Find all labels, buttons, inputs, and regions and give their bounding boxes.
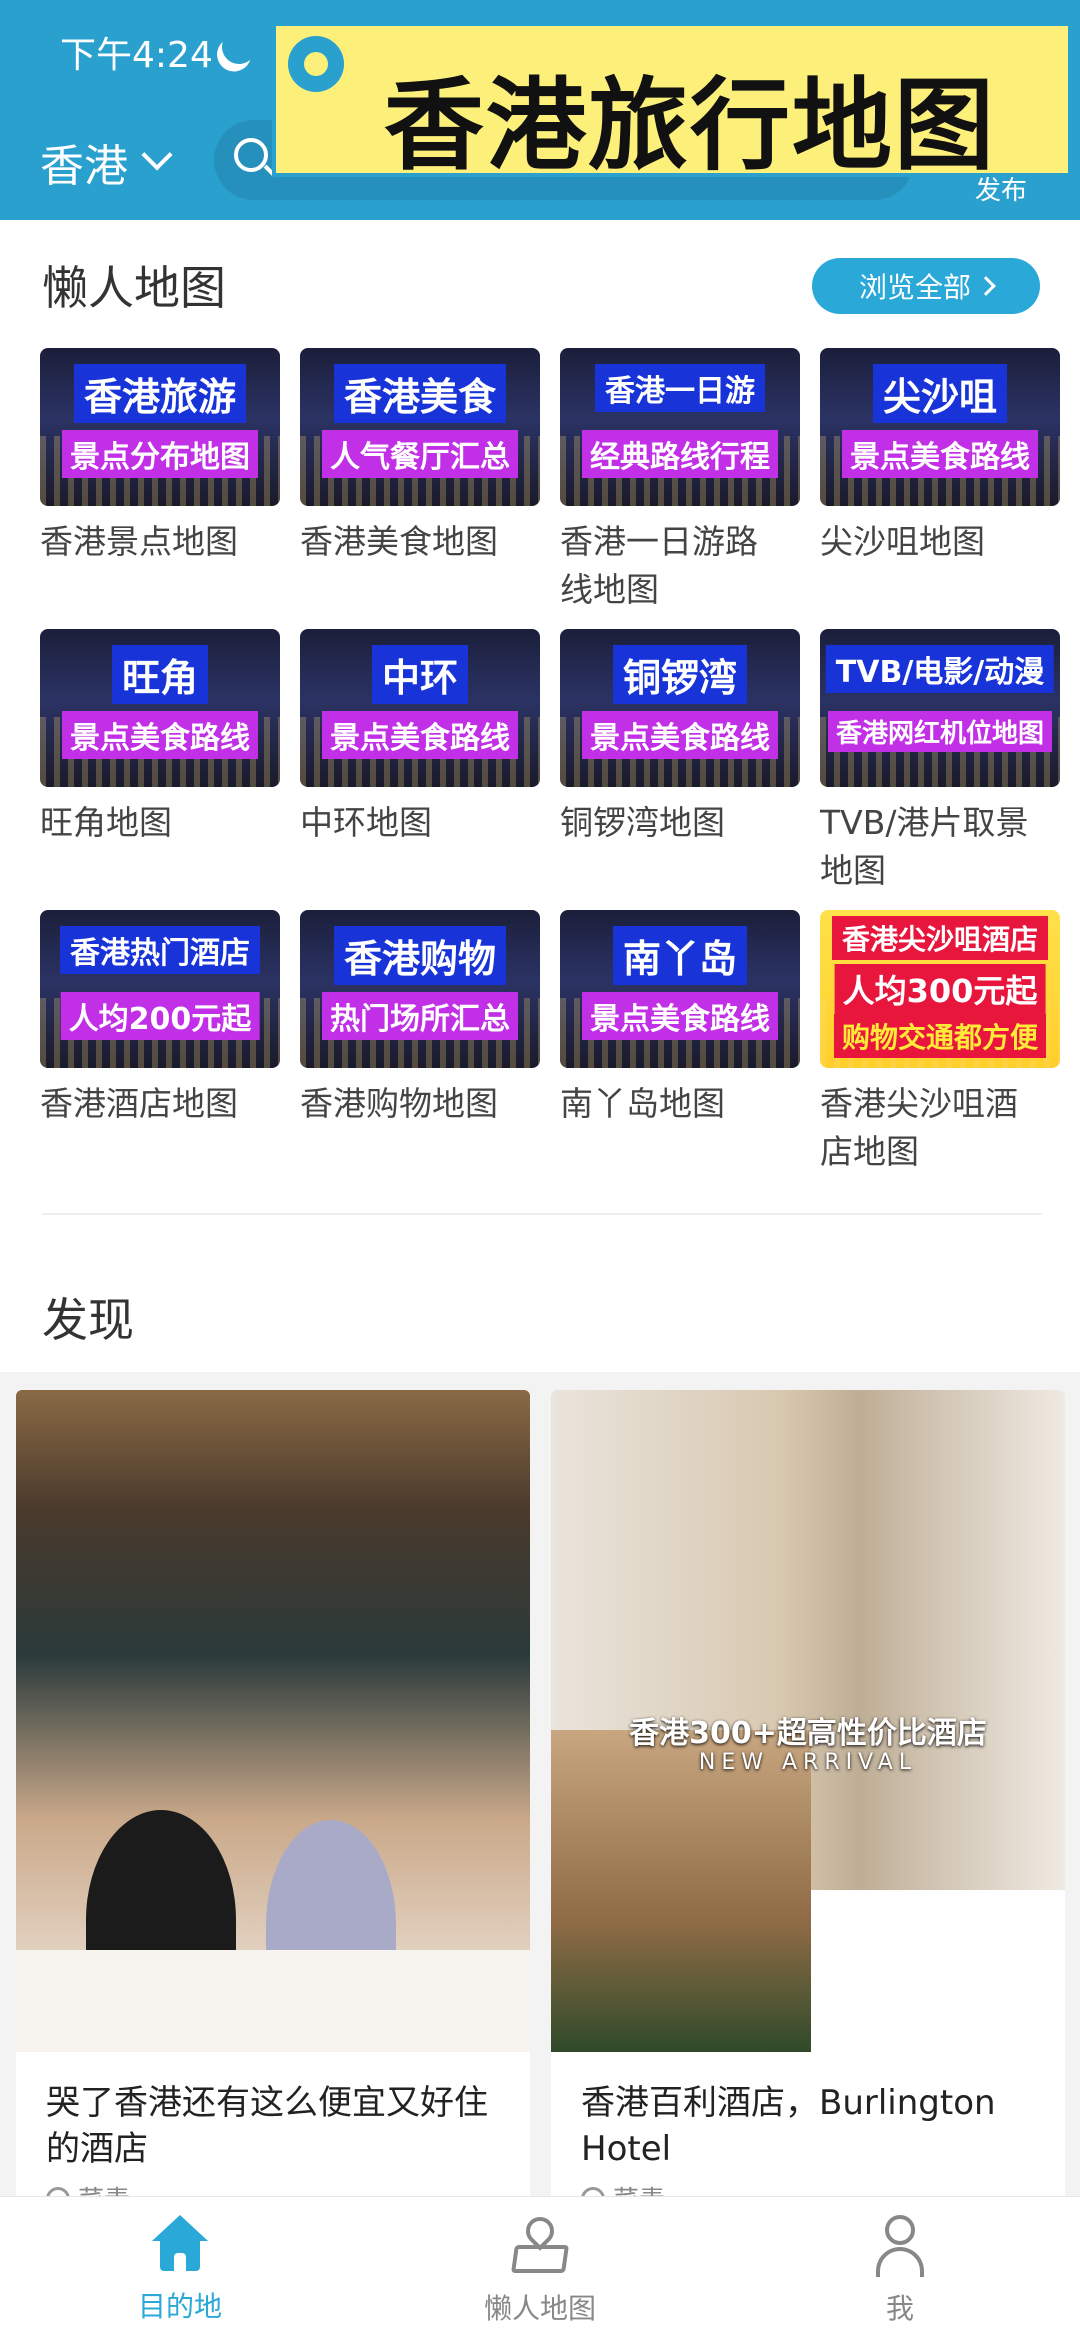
map-thumbnail: 香港美食 人气餐厅汇总 xyxy=(300,348,540,506)
thumb-subtitle: 景点分布地图 xyxy=(62,430,258,478)
discover-card[interactable]: 哭了香港还有这么便宜又好住的酒店 菜青 xyxy=(16,1390,530,2210)
photo-subcaption: NEW ARRIVAL xyxy=(698,1750,918,1775)
card-title: 香港百利酒店，Burlington Hotel xyxy=(581,2083,996,2169)
thumb-subtitle: 经典路线行程 xyxy=(582,430,778,478)
map-tile-hk-day-trip[interactable]: 香港一日游 经典路线行程 香港一日游路线地图 xyxy=(560,348,800,629)
tile-label: 南丫岛地图 xyxy=(560,1084,725,1123)
thumb-title: 香港美食 xyxy=(333,364,507,423)
map-thumbnail: 旺角 景点美食路线 xyxy=(40,629,280,787)
tile-label: 香港景点地图 xyxy=(40,522,238,561)
user-icon xyxy=(870,2215,930,2277)
city-selector[interactable]: 香港 xyxy=(40,130,173,194)
thumb-title: 香港购物 xyxy=(333,926,507,985)
title-banner: 香港旅行地图 xyxy=(272,22,1072,184)
tile-label: 香港购物地图 xyxy=(300,1084,498,1123)
dining-table xyxy=(16,1950,530,2052)
thumb-subtitle: 香港网红机位地图 xyxy=(827,711,1053,752)
nav-lazy-maps[interactable]: 懒人地图 xyxy=(420,2197,660,2339)
map-thumbnail: TVB/电影/动漫 香港网红机位地图 xyxy=(820,629,1060,787)
map-tile-tvb-film[interactable]: TVB/电影/动漫 香港网红机位地图 TVB/港片取景地图 xyxy=(820,629,1060,910)
tile-label: 香港一日游路线地图 xyxy=(560,522,758,609)
tile-label: TVB/港片取景地图 xyxy=(820,803,1029,890)
map-thumbnail: 香港热门酒店 人均200元起 xyxy=(40,910,280,1068)
bottom-nav: 目的地 懒人地图 我 xyxy=(0,2196,1080,2339)
map-tile-hk-shopping[interactable]: 香港购物 热门场所汇总 香港购物地图 xyxy=(300,910,540,1191)
thumb-title: 香港尖沙咀酒店 xyxy=(831,916,1049,960)
location-pin-icon xyxy=(288,36,344,92)
thumb-subtitle: 人均300元起 xyxy=(834,964,1046,1014)
thumb-subtitle: 景点美食路线 xyxy=(582,992,778,1040)
thumb-title: 旺角 xyxy=(111,645,209,704)
map-tile-tst-hotels[interactable]: 香港尖沙咀酒店 人均300元起 购物交通都方便 香港尖沙咀酒店地图 xyxy=(820,910,1060,1191)
map-thumbnail: 香港一日游 经典路线行程 xyxy=(560,348,800,506)
thumb-tagline: 购物交通都方便 xyxy=(833,1014,1047,1058)
map-tile-tsim-sha-tsui[interactable]: 尖沙咀 景点美食路线 尖沙咀地图 xyxy=(820,348,1060,629)
map-thumbnail: 中环 景点美食路线 xyxy=(300,629,540,787)
section-divider xyxy=(42,1213,1042,1215)
chevron-right-icon xyxy=(976,276,996,296)
card-photo: 香港300+超高性价比酒店 NEW ARRIVAL xyxy=(551,1390,1065,2052)
thumb-title: 铜锣湾 xyxy=(612,645,748,704)
nav-label: 懒人地图 xyxy=(483,2292,596,2325)
tile-label: 香港美食地图 xyxy=(300,522,498,561)
thumb-title: 香港热门酒店 xyxy=(60,926,260,974)
tile-label: 尖沙咀地图 xyxy=(820,522,985,561)
moon-icon xyxy=(216,24,262,70)
photo-caption: 香港300+超高性价比酒店 xyxy=(629,1716,987,1751)
map-thumbnail: 南丫岛 景点美食路线 xyxy=(560,910,800,1068)
map-thumbnail: 尖沙咀 景点美食路线 xyxy=(820,348,1060,506)
map-tile-mong-kok[interactable]: 旺角 景点美食路线 旺角地图 xyxy=(40,629,280,910)
map-thumbnail: 香港购物 热门场所汇总 xyxy=(300,910,540,1068)
tile-label: 香港尖沙咀酒店地图 xyxy=(820,1084,1018,1171)
discover-card[interactable]: 香港300+超高性价比酒店 NEW ARRIVAL 香港百利酒店，Burling… xyxy=(551,1390,1065,2210)
map-pin-icon xyxy=(509,2211,571,2277)
card-photo xyxy=(16,1390,530,2052)
home-icon xyxy=(150,2215,210,2275)
lazy-maps-title: 懒人地图 xyxy=(42,261,226,315)
lazy-map-grid: 香港旅游 景点分布地图 香港景点地图 香港美食 人气餐厅汇总 香港美食地图 香港… xyxy=(40,348,1060,1191)
thumb-title: 香港一日游 xyxy=(595,364,765,412)
nav-me[interactable]: 我 xyxy=(780,2197,1020,2339)
tile-label: 中环地图 xyxy=(300,803,432,842)
search-icon xyxy=(234,138,268,172)
thumb-subtitle: 景点美食路线 xyxy=(582,711,778,759)
card-title: 哭了香港还有这么便宜又好住的酒店 xyxy=(46,2083,488,2169)
map-tile-causeway-bay[interactable]: 铜锣湾 景点美食路线 铜锣湾地图 xyxy=(560,629,800,910)
tile-label: 旺角地图 xyxy=(40,803,172,842)
city-label: 香港 xyxy=(40,141,128,192)
map-thumbnail: 香港旅游 景点分布地图 xyxy=(40,348,280,506)
tile-label: 铜锣湾地图 xyxy=(560,803,725,842)
chevron-down-icon xyxy=(141,139,173,171)
map-tile-central[interactable]: 中环 景点美食路线 中环地图 xyxy=(300,629,540,910)
map-tile-hk-food[interactable]: 香港美食 人气餐厅汇总 香港美食地图 xyxy=(300,348,540,629)
map-tile-lamma-island[interactable]: 南丫岛 景点美食路线 南丫岛地图 xyxy=(560,910,800,1191)
banner-title: 香港旅行地图 xyxy=(384,67,996,184)
thumb-subtitle: 热门场所汇总 xyxy=(322,992,518,1040)
thumb-title: 中环 xyxy=(371,645,469,704)
tile-label: 香港酒店地图 xyxy=(40,1084,238,1123)
map-thumbnail: 铜锣湾 景点美食路线 xyxy=(560,629,800,787)
thumb-title: 尖沙咀 xyxy=(872,364,1008,423)
thumb-title: TVB/电影/动漫 xyxy=(825,645,1055,693)
nav-label: 我 xyxy=(885,2292,914,2325)
map-tile-hk-hotels[interactable]: 香港热门酒店 人均200元起 香港酒店地图 xyxy=(40,910,280,1191)
discover-title: 发现 xyxy=(42,1293,134,1347)
thumb-subtitle: 景点美食路线 xyxy=(842,430,1038,478)
browse-all-button[interactable]: 浏览全部 xyxy=(812,258,1040,314)
hotel-bed xyxy=(811,1890,1065,2052)
browse-all-label: 浏览全部 xyxy=(858,271,971,304)
thumb-subtitle: 景点美食路线 xyxy=(322,711,518,759)
thumb-title: 香港旅游 xyxy=(73,364,247,423)
map-tile-hk-sights[interactable]: 香港旅游 景点分布地图 香港景点地图 xyxy=(40,348,280,629)
thumb-subtitle: 景点美食路线 xyxy=(62,711,258,759)
thumb-title: 南丫岛 xyxy=(612,926,748,985)
nav-destination[interactable]: 目的地 xyxy=(60,2197,300,2339)
map-thumbnail: 香港尖沙咀酒店 人均300元起 购物交通都方便 xyxy=(820,910,1060,1068)
status-time: 下午4:24 xyxy=(60,35,213,76)
thumb-subtitle: 人气餐厅汇总 xyxy=(322,430,518,478)
thumb-subtitle: 人均200元起 xyxy=(60,992,260,1040)
nav-label: 目的地 xyxy=(137,2290,222,2323)
hotel-building xyxy=(551,1730,811,2052)
